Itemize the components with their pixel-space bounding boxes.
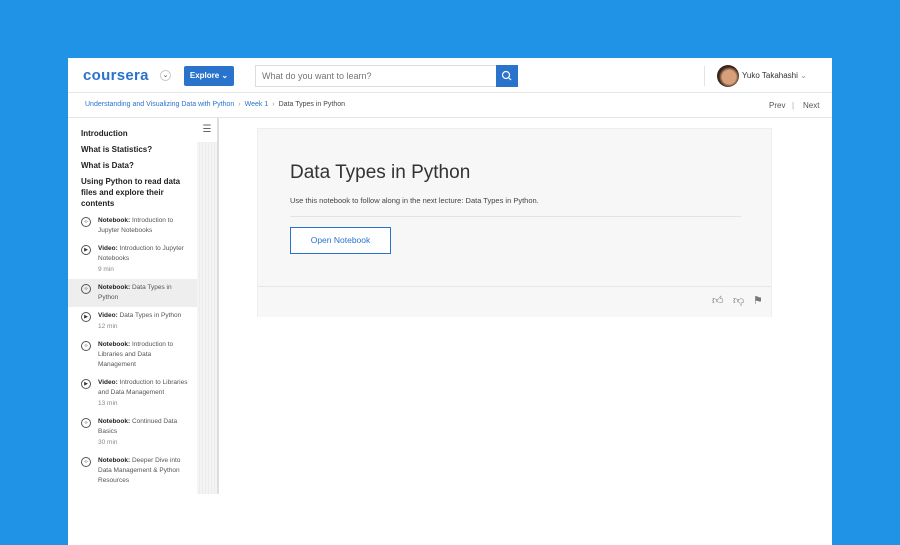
next-link[interactable]: Next bbox=[803, 101, 819, 110]
item-type: Notebook: bbox=[98, 341, 130, 348]
top-header: coursera ⌄ Explore ⌄ Yuko Takahashi ⌄ bbox=[68, 58, 832, 93]
item-type: Notebook: bbox=[98, 284, 130, 291]
sidebar-item[interactable]: ‹› Notebook: Introduction to Libraries an… bbox=[68, 336, 197, 374]
sidebar-item[interactable]: ‹› Notebook: Data Types in Python bbox=[68, 279, 197, 307]
list-icon[interactable]: ☰ bbox=[197, 118, 217, 142]
item-type: Notebook: bbox=[98, 217, 130, 224]
breadcrumb-course[interactable]: Understanding and Visualizing Data with … bbox=[85, 101, 234, 108]
sidebar-item[interactable]: ‹› Notebook: Deeper Dive into Data Manage… bbox=[68, 452, 197, 490]
open-notebook-button[interactable]: Open Notebook bbox=[290, 227, 391, 254]
app-window: coursera ⌄ Explore ⌄ Yuko Takahashi ⌄ Un… bbox=[68, 58, 832, 545]
breadcrumb-current: Data Types in Python bbox=[279, 101, 345, 108]
sidebar-section[interactable]: What is Data? bbox=[68, 160, 197, 171]
sidebar-scroll-strip[interactable] bbox=[197, 118, 219, 494]
explore-button[interactable]: Explore ⌄ bbox=[184, 66, 234, 86]
play-icon: ▶ bbox=[81, 245, 91, 255]
coursera-logo[interactable]: coursera bbox=[83, 67, 149, 84]
sidebar-section[interactable]: Using Python to read data files and expl… bbox=[68, 176, 197, 209]
item-duration: 13 min bbox=[98, 399, 189, 409]
content-card: Data Types in Python Use this notebook t… bbox=[257, 128, 772, 317]
play-icon: ▶ bbox=[81, 312, 91, 322]
sidebar: Introduction What is Statistics? What is… bbox=[68, 118, 197, 494]
nav-separator: | bbox=[792, 101, 794, 110]
chevron-right-icon: › bbox=[272, 101, 274, 108]
item-type: Video: bbox=[98, 379, 118, 386]
page-title: Data Types in Python bbox=[290, 162, 470, 184]
search-input[interactable] bbox=[255, 65, 497, 87]
item-label: Notebook: Introduction to Jupyter Notebo… bbox=[98, 216, 189, 236]
notebook-icon: ‹› bbox=[81, 418, 91, 428]
item-duration: 30 min bbox=[98, 438, 189, 448]
description: Use this notebook to follow along in the… bbox=[290, 196, 539, 205]
item-duration: 9 min bbox=[98, 265, 189, 275]
sidebar-item[interactable]: ‹› Notebook: Introduction to Jupyter Note… bbox=[68, 212, 197, 240]
item-type: Video: bbox=[98, 312, 118, 319]
feedback-bar: 👍︎ 👎︎ ⚑ bbox=[258, 286, 771, 317]
sidebar-section[interactable]: What is Statistics? bbox=[68, 144, 197, 155]
notebook-icon: ‹› bbox=[81, 457, 91, 467]
item-label: Notebook: Introduction to Libraries and … bbox=[98, 340, 189, 370]
item-label: Notebook: Deeper Dive into Data Manageme… bbox=[98, 456, 189, 486]
item-label: Video: Introduction to Libraries and Dat… bbox=[98, 378, 189, 398]
item-type: Notebook: bbox=[98, 418, 130, 425]
sidebar-item[interactable]: ‹› Notebook: Continued Data Basics30 min bbox=[68, 413, 197, 452]
sidebar-item[interactable]: ▶ Video: Introduction to Libraries and Da… bbox=[68, 374, 197, 413]
item-label: Video: Introduction to Jupyter Notebooks bbox=[98, 244, 189, 264]
notebook-icon: ‹› bbox=[81, 341, 91, 351]
search-icon bbox=[496, 65, 518, 87]
chevron-right-icon: › bbox=[238, 101, 240, 108]
notebook-icon: ‹› bbox=[81, 284, 91, 294]
item-label: Video: Data Types in Python bbox=[98, 311, 189, 321]
divider bbox=[704, 66, 705, 86]
avatar[interactable] bbox=[717, 65, 739, 87]
item-title: Data Types in Python bbox=[120, 312, 182, 319]
item-type: Video: bbox=[98, 245, 118, 252]
item-label: Notebook: Data Types in Python bbox=[98, 283, 189, 303]
item-type: Notebook: bbox=[98, 457, 130, 464]
sidebar-item[interactable]: ▶Video: Data Types in Python12 min bbox=[68, 307, 197, 336]
chevron-down-icon[interactable]: ⌄ bbox=[160, 70, 171, 81]
prev-link[interactable]: Prev bbox=[769, 101, 785, 110]
search-button[interactable] bbox=[496, 65, 518, 87]
item-duration: 12 min bbox=[98, 322, 189, 332]
notebook-icon: ‹› bbox=[81, 217, 91, 227]
sidebar-item[interactable]: ▶ Video: Introduction to Jupyter Notebook… bbox=[68, 240, 197, 279]
flag-icon[interactable]: ⚑ bbox=[753, 294, 763, 307]
sidebar-section[interactable]: Introduction bbox=[68, 128, 197, 139]
divider bbox=[290, 216, 741, 217]
user-name: Yuko Takahashi bbox=[742, 71, 798, 80]
user-menu[interactable]: Yuko Takahashi ⌄ bbox=[742, 71, 807, 80]
thumbs-down-icon[interactable]: 👎︎ bbox=[733, 294, 744, 307]
thumbs-up-icon[interactable]: 👍︎ bbox=[712, 294, 724, 307]
breadcrumb-week[interactable]: Week 1 bbox=[245, 101, 269, 108]
play-icon: ▶ bbox=[81, 379, 91, 389]
item-label: Notebook: Continued Data Basics bbox=[98, 417, 189, 437]
breadcrumb: Understanding and Visualizing Data with … bbox=[85, 101, 345, 108]
chevron-down-icon: ⌄ bbox=[800, 71, 807, 80]
